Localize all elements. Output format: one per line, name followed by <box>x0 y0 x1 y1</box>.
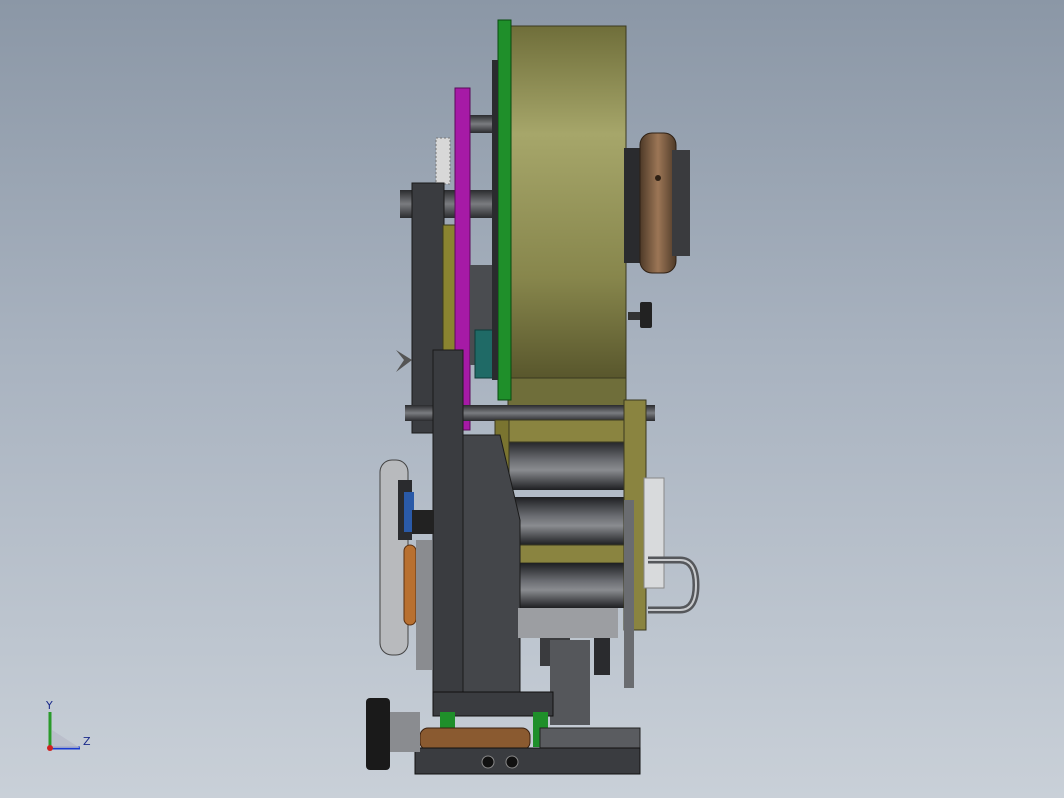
side-frame-lower <box>432 349 464 696</box>
base-bolt-1 <box>481 755 495 769</box>
bottom-column <box>550 640 590 725</box>
cad-viewport[interactable]: Y Z <box>0 0 1064 798</box>
orange-arm <box>403 544 417 626</box>
bronze-link <box>419 727 531 751</box>
triad-y-label: Y <box>45 699 53 712</box>
adjust-knob <box>366 698 390 770</box>
green-plate-edge <box>492 60 498 380</box>
bottom-stand <box>518 608 618 638</box>
pulley-support <box>416 540 432 670</box>
drum-knob-head <box>640 302 652 328</box>
roller-band <box>504 544 634 564</box>
roller-middle <box>505 497 633 545</box>
triad-origin <box>47 745 53 751</box>
roller-upper <box>505 440 633 490</box>
spring <box>435 137 451 185</box>
yellow-spacer-plate <box>442 224 456 351</box>
bearing-screw <box>655 175 661 181</box>
base-bottom <box>414 747 641 775</box>
right-plate <box>643 477 665 589</box>
assembly-model[interactable]: Y Z <box>0 0 1064 798</box>
bearing-nut <box>672 150 690 256</box>
pulley-hub <box>412 510 434 534</box>
roller-lower <box>510 563 632 608</box>
adjust-knob-shaft <box>390 712 420 752</box>
coordinate-triad: Y Z <box>45 699 91 751</box>
right-rod <box>624 500 634 688</box>
main-drum <box>507 25 627 387</box>
triad-z-label: Z <box>83 735 91 748</box>
bronze-bearing <box>639 132 677 274</box>
wing-nut <box>396 350 412 372</box>
triad-plane <box>52 730 80 748</box>
base-bolt-2 <box>505 755 519 769</box>
drum-lower-band <box>507 377 627 409</box>
green-plate <box>497 19 512 401</box>
roller-olive-top <box>504 419 634 443</box>
